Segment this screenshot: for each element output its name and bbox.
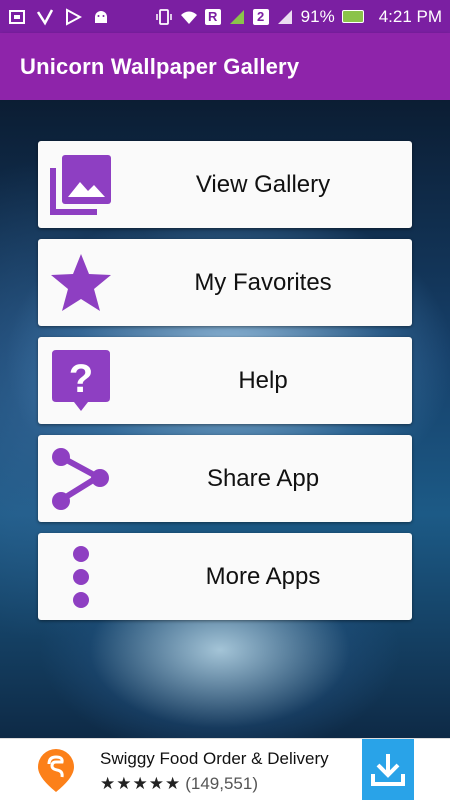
sim2-badge: 2 xyxy=(252,8,269,25)
gallery-icon xyxy=(50,155,111,215)
more-apps-button[interactable]: More Apps xyxy=(38,533,412,620)
help-icon: ? xyxy=(52,350,110,411)
share-app-button[interactable]: Share App xyxy=(38,435,412,522)
ad-banner[interactable]: Swiggy Food Order & Delivery ★★★★★ (149,… xyxy=(0,738,450,800)
main-menu: View Gallery My Favorites ? Help Share A… xyxy=(38,141,412,631)
play-store-icon xyxy=(66,7,82,26)
screenshot-icon xyxy=(9,9,25,24)
share-icon xyxy=(52,448,109,510)
more-apps-label: More Apps xyxy=(205,562,321,590)
app-title: Unicorn Wallpaper Gallery xyxy=(20,53,300,79)
svg-text:?: ? xyxy=(69,357,93,401)
download-button[interactable] xyxy=(362,739,414,800)
view-gallery-button[interactable]: View Gallery xyxy=(38,141,412,228)
ad-rating: ★★★★★ (149,551) xyxy=(100,774,258,794)
my-favorites-button[interactable]: My Favorites xyxy=(38,239,412,326)
share-app-label: Share App xyxy=(206,464,320,492)
android-icon xyxy=(95,10,107,23)
battery-icon xyxy=(341,10,364,23)
roaming-badge: R xyxy=(204,8,221,25)
vibrate-icon xyxy=(155,8,172,25)
help-button[interactable]: ? Help xyxy=(38,337,412,424)
wifi-icon xyxy=(180,11,197,24)
status-bar: R 2 91% 4:21 PM xyxy=(0,0,450,33)
view-gallery-label: View Gallery xyxy=(195,170,331,198)
ad-rating-count: (149,551) xyxy=(185,774,258,793)
signal-icon xyxy=(229,9,244,24)
help-label: Help xyxy=(238,366,288,394)
app-bar: Unicorn Wallpaper Gallery xyxy=(0,33,450,100)
check-icon xyxy=(36,8,54,25)
more-vertical-icon xyxy=(73,546,89,608)
my-favorites-label: My Favorites xyxy=(194,268,332,296)
ad-stars: ★★★★★ xyxy=(100,774,182,793)
swiggy-logo-icon xyxy=(38,749,74,792)
star-icon xyxy=(51,254,111,311)
ad-app-name: Swiggy Food Order & Delivery xyxy=(100,749,329,768)
download-icon xyxy=(371,754,405,786)
signal-2-icon xyxy=(277,9,292,24)
battery-percent: 91% xyxy=(300,6,335,26)
clock: 4:21 PM xyxy=(378,6,442,26)
